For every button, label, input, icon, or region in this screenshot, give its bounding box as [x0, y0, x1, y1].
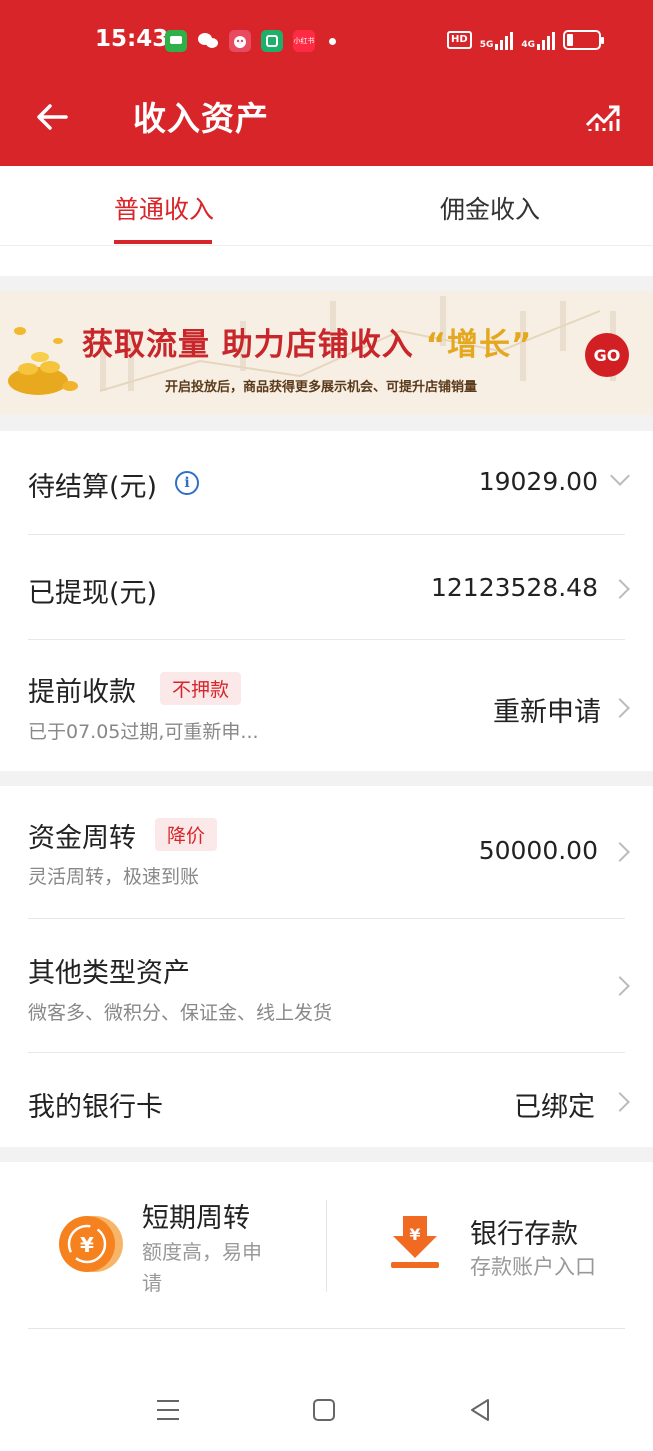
bank-deposit-title: 银行存款 — [470, 1219, 578, 1250]
income-tabs: 普通收入 佣金收入 — [0, 166, 653, 246]
svg-text:¥: ¥ — [80, 1233, 94, 1257]
bank-card-status: 已绑定 — [514, 1092, 595, 1123]
trend-chart-icon — [585, 105, 620, 131]
yuan-coin-icon: ¥ — [59, 1216, 123, 1272]
hd-voice-icon: HD — [447, 31, 472, 49]
wechat-icon — [197, 30, 219, 52]
system-nav-bar — [0, 1370, 653, 1451]
banner-title: 获取流量 助力店铺收入 “增长” — [82, 327, 533, 363]
pending-label: 待结算(元) — [28, 472, 158, 503]
other-assets-sub: 微客多、微积分、保证金、线上发货 — [28, 1002, 333, 1024]
bank-deposit-sub: 存款账户入口 — [470, 1255, 596, 1279]
chevron-right-icon — [610, 1092, 630, 1112]
trend-chart-button[interactable] — [581, 95, 625, 139]
tab-commission-income[interactable]: 佣金收入 — [440, 190, 540, 226]
bank-deposit-entry[interactable]: ¥ 银行存款 存款账户入口 — [327, 1162, 653, 1322]
spacer — [0, 246, 653, 276]
turnover-sub: 灵活周转，极速到账 — [28, 866, 200, 888]
other-assets-label: 其他类型资产 — [28, 958, 190, 989]
advance-sub: 已于07.05过期,可重新申... — [28, 721, 259, 743]
green-app-icon — [261, 30, 283, 52]
bank-card-label: 我的银行卡 — [28, 1092, 163, 1123]
chevron-right-icon — [610, 698, 630, 718]
back-button[interactable] — [30, 95, 74, 139]
app-header: 15:43 小红书 HD 5G 4G 收入资产 — [0, 0, 653, 166]
divider — [28, 1328, 625, 1329]
other-assets-row[interactable]: 其他类型资产 微客多、微积分、保证金、线上发货 — [0, 919, 653, 1052]
withdrawn-value: 12123528.48 — [430, 573, 598, 602]
pending-settlement-row[interactable]: 待结算(元) i 19029.00 — [0, 431, 653, 535]
svg-text:¥: ¥ — [409, 1225, 420, 1244]
message-app-icon — [165, 30, 187, 52]
turnover-label: 资金周转 — [28, 823, 136, 854]
xiaohongshu-icon: 小红书 — [293, 30, 315, 52]
info-icon[interactable]: i — [175, 471, 199, 495]
advance-label: 提前收款 — [28, 677, 136, 708]
signal-5g-icon: 5G — [480, 30, 514, 50]
turnover-value: 50000.00 — [478, 836, 598, 865]
page-title: 收入资产 — [133, 99, 269, 138]
menu-icon[interactable] — [155, 1398, 181, 1422]
reapply-link[interactable]: 重新申请 — [493, 690, 601, 729]
no-deposit-tag: 不押款 — [160, 672, 242, 705]
banner-go-button[interactable]: GO — [585, 333, 629, 377]
assets-card: 资金周转 降价 灵活周转，极速到账 50000.00 其他类型资产 微客多、微积… — [0, 786, 653, 1147]
status-time: 15:43 — [95, 26, 169, 52]
gold-coins-icon — [8, 327, 78, 395]
battery-icon — [563, 30, 604, 50]
short-term-title: 短期周转 — [142, 1203, 250, 1234]
chevron-down-icon — [610, 466, 630, 486]
promo-banner[interactable]: 获取流量 助力店铺收入 “增长” 开启投放后，商品获得更多展示机会、可提升店铺销… — [0, 291, 653, 415]
short-term-sub: 额度高，易申 请 — [142, 1240, 262, 1295]
chevron-right-icon — [610, 842, 630, 862]
income-card: 待结算(元) i 19029.00 已提现(元) 12123528.48 提前收… — [0, 431, 653, 771]
withdrawn-row[interactable]: 已提现(元) 12123528.48 — [0, 535, 653, 639]
capital-turnover-row[interactable]: 资金周转 降价 灵活周转，极速到账 50000.00 — [0, 786, 653, 918]
bank-card-row[interactable]: 我的银行卡 已绑定 — [0, 1053, 653, 1147]
pending-value: 19029.00 — [478, 467, 598, 496]
price-drop-tag: 降价 — [155, 818, 218, 851]
home-square-icon[interactable] — [312, 1398, 336, 1422]
status-app-icons: 小红书 — [165, 30, 336, 52]
back-triangle-icon[interactable] — [468, 1398, 492, 1422]
short-term-turnover-entry[interactable]: ¥ 短期周转 额度高，易申 请 — [0, 1162, 326, 1322]
arrow-left-icon — [37, 104, 68, 130]
deposit-download-icon: ¥ — [391, 1216, 439, 1268]
signal-4g-icon: 4G — [521, 30, 555, 50]
withdrawn-label: 已提现(元) — [28, 578, 158, 609]
chevron-right-icon — [610, 976, 630, 996]
mascot-app-icon — [229, 30, 251, 52]
chevron-right-icon — [610, 579, 630, 599]
tab-regular-income[interactable]: 普通收入 — [114, 190, 214, 226]
banner-subtitle: 开启投放后，商品获得更多展示机会、可提升店铺销量 — [165, 380, 478, 395]
active-tab-indicator — [114, 240, 212, 244]
status-indicators: HD 5G 4G — [447, 30, 604, 50]
advance-payment-row[interactable]: 提前收款 不押款 已于07.05过期,可重新申... 重新申请 — [0, 640, 653, 771]
notification-dot — [329, 37, 336, 45]
